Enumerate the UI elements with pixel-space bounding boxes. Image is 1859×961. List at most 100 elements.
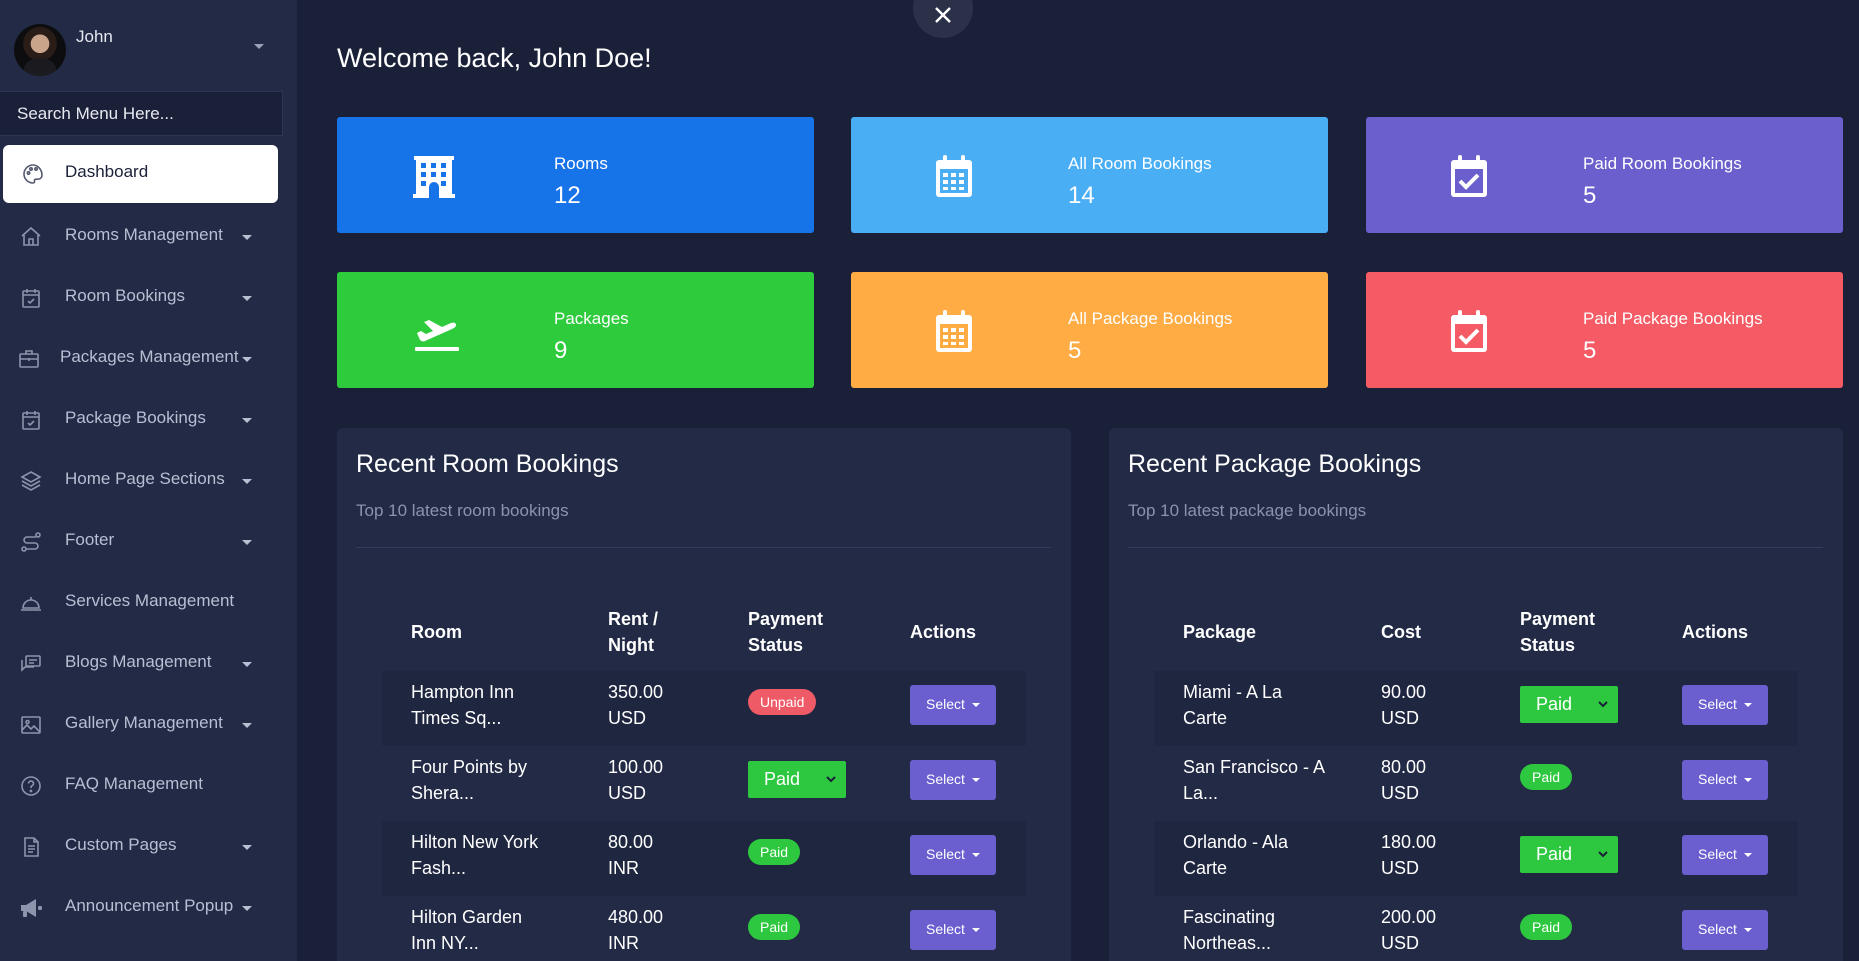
sidebar-item-packages-management[interactable]: Packages Management xyxy=(0,328,297,389)
stat-label: All Room Bookings xyxy=(1068,154,1212,173)
sidebar-item-custom-pages[interactable]: Custom Pages xyxy=(0,816,297,877)
column-header-cost: Cost xyxy=(1381,622,1421,642)
sidebar-item-rooms-management[interactable]: Rooms Management xyxy=(0,206,297,267)
plane-departure-icon xyxy=(415,320,459,351)
sidebar-item-label: Rooms Management xyxy=(65,225,223,244)
cell-line: Times Sq... xyxy=(411,708,502,728)
room-rent: 350.00 USD xyxy=(608,679,663,731)
chevron-down-icon xyxy=(242,662,252,667)
calendar-check-icon xyxy=(1451,310,1487,352)
stat-value: 5 xyxy=(1583,337,1597,364)
sidebar-item-room-bookings[interactable]: Room Bookings xyxy=(0,267,297,328)
package-cost: 80.00 USD xyxy=(1381,754,1426,806)
page-title: Welcome back, John Doe! xyxy=(337,43,652,73)
select-action-button[interactable]: Select xyxy=(1682,760,1768,800)
question-icon xyxy=(18,773,44,799)
home-icon xyxy=(18,224,44,250)
layers-icon xyxy=(18,468,44,494)
chevron-down-icon xyxy=(242,540,252,545)
stat-card-packages[interactable]: Packages 9 xyxy=(337,272,814,388)
stat-value: 12 xyxy=(554,182,581,209)
user-profile[interactable]: John xyxy=(0,0,297,90)
briefcase-icon xyxy=(16,346,42,372)
cell-line: 80.00 xyxy=(1381,757,1427,777)
divider xyxy=(1128,547,1823,548)
recent-package-bookings-panel: Recent Package Bookings Top 10 latest pa… xyxy=(1109,428,1843,961)
close-button[interactable] xyxy=(913,0,973,38)
chevron-down-icon[interactable] xyxy=(254,44,264,49)
close-icon xyxy=(935,7,951,23)
panel-title: Recent Package Bookings xyxy=(1128,450,1422,478)
header-line: Night xyxy=(608,635,654,655)
column-header-actions: Actions xyxy=(1682,622,1749,642)
sidebar-item-package-bookings[interactable]: Package Bookings xyxy=(0,389,297,450)
cell-line: Fascinating xyxy=(1183,907,1276,927)
payment-status-select[interactable]: Paid xyxy=(748,761,846,798)
select-action-button[interactable]: Select xyxy=(910,910,996,950)
stat-card-all-room-bookings[interactable]: All Room Bookings 14 xyxy=(851,117,1328,233)
column-header-payment-status: Payment Status xyxy=(1520,606,1595,658)
payment-status-select[interactable]: Paid xyxy=(1520,836,1618,873)
payment-status-select[interactable]: Paid xyxy=(1520,686,1618,723)
sidebar-item-footer[interactable]: Footer xyxy=(0,511,297,572)
building-icon xyxy=(413,156,455,198)
stat-card-paid-package-bookings[interactable]: Paid Package Bookings 5 xyxy=(1366,272,1843,388)
chevron-down-icon xyxy=(242,418,252,423)
stat-card-all-package-bookings[interactable]: All Package Bookings 5 xyxy=(851,272,1328,388)
status-badge: Paid xyxy=(1520,764,1573,790)
chevron-down-icon xyxy=(242,906,252,911)
select-value: Paid xyxy=(1536,694,1573,714)
cell-line: 90.00 xyxy=(1381,682,1427,702)
sidebar-item-announcement-popup[interactable]: Announcement Popup xyxy=(0,877,297,938)
header-line: Rent / xyxy=(608,609,659,629)
cell-line: San Francisco - A xyxy=(1183,757,1326,777)
cell-line: USD xyxy=(1381,933,1420,953)
cell-line: 100.00 xyxy=(608,757,664,777)
select-action-button[interactable]: Select xyxy=(1682,685,1768,725)
select-action-button[interactable]: Select xyxy=(910,760,996,800)
stat-value: 9 xyxy=(554,337,568,364)
sidebar-item-services-management[interactable]: Services Management xyxy=(0,572,297,633)
select-action-button[interactable]: Select xyxy=(910,835,996,875)
cell-line: USD xyxy=(608,783,647,803)
stat-label: Packages xyxy=(554,309,629,328)
stat-card-paid-room-bookings[interactable]: Paid Room Bookings 5 xyxy=(1366,117,1843,233)
select-action-button[interactable]: Select xyxy=(1682,910,1768,950)
search-menu-input[interactable]: Search Menu Here... xyxy=(0,91,283,136)
stat-value: 5 xyxy=(1068,337,1082,364)
cell-line: Fash... xyxy=(411,858,467,878)
package-name: Orlando - Ala Carte xyxy=(1183,829,1288,881)
cell-line: 480.00 xyxy=(608,907,664,927)
column-header-room: Room xyxy=(411,622,462,642)
room-rent: 100.00 USD xyxy=(608,754,663,806)
divider xyxy=(356,547,1051,548)
sidebar-item-gallery-management[interactable]: Gallery Management xyxy=(0,694,297,755)
chevron-down-icon xyxy=(242,296,252,301)
status-badge: Paid xyxy=(1520,914,1573,940)
panel-subtitle: Top 10 latest room bookings xyxy=(356,501,569,520)
sidebar-item-home-page-sections[interactable]: Home Page Sections xyxy=(0,450,297,511)
panel-title: Recent Room Bookings xyxy=(356,450,619,478)
status-badge: Paid xyxy=(748,839,801,865)
select-action-button[interactable]: Select xyxy=(910,685,996,725)
file-icon xyxy=(18,834,44,860)
calendar-icon xyxy=(936,155,972,197)
column-header-rent: Rent / Night xyxy=(608,606,658,658)
sidebar-item-faq-management[interactable]: FAQ Management xyxy=(0,755,297,816)
chevron-down-icon xyxy=(826,776,836,783)
cell-line: 180.00 xyxy=(1381,832,1437,852)
calendar-check-icon xyxy=(18,407,44,433)
select-action-button[interactable]: Select xyxy=(1682,835,1768,875)
cell-line: 80.00 xyxy=(608,832,654,852)
cell-line: La... xyxy=(1183,783,1219,803)
sidebar-item-label: FAQ Management xyxy=(65,774,203,793)
sidebar-item-blogs-management[interactable]: Blogs Management xyxy=(0,633,297,694)
package-name: Miami - A La Carte xyxy=(1183,679,1282,731)
column-header-payment-status: Payment Status xyxy=(748,606,823,658)
stat-card-rooms[interactable]: Rooms 12 xyxy=(337,117,814,233)
cell-line: Hilton New York xyxy=(411,832,539,852)
status-badge: Unpaid xyxy=(748,689,817,715)
select-value: Paid xyxy=(1536,844,1573,864)
status-badge: Paid xyxy=(748,914,801,940)
sidebar-item-dashboard[interactable]: Dashboard xyxy=(3,145,278,203)
